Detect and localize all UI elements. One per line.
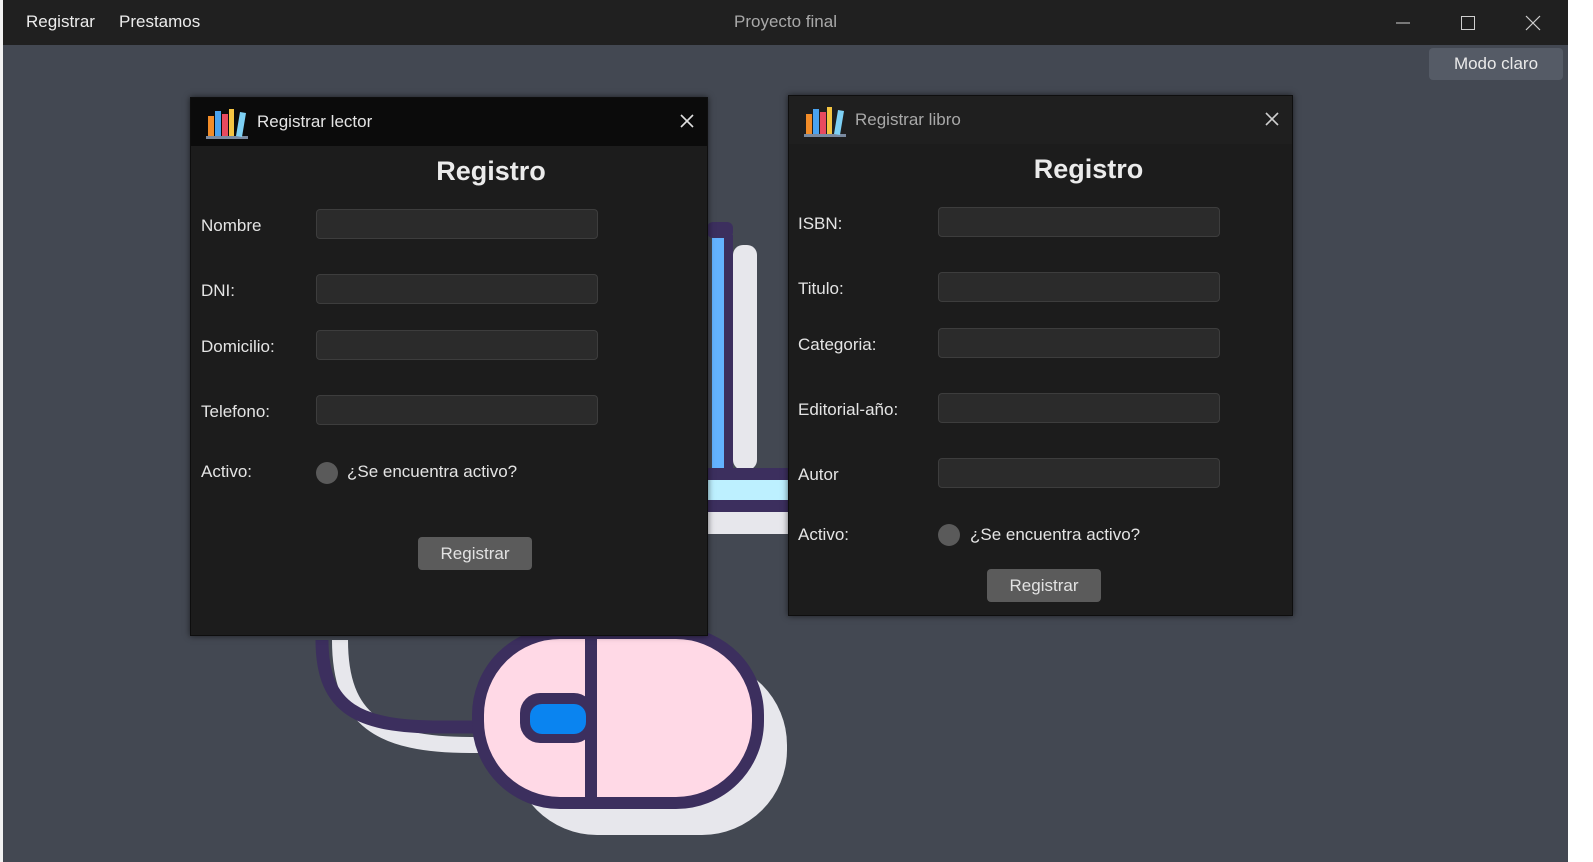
isbn-input[interactable] — [938, 207, 1220, 237]
label-activo: Activo: — [201, 462, 253, 481]
maximize-button[interactable] — [1438, 0, 1498, 45]
label-domicilio: Domicilio: — [201, 337, 275, 356]
mouse-shadow — [512, 660, 787, 835]
mouse-wheel — [530, 704, 586, 734]
editorial-input[interactable] — [938, 393, 1220, 423]
activo-radio[interactable] — [938, 524, 960, 546]
close-icon — [1525, 15, 1541, 31]
registrar-libro-button[interactable]: Registrar — [987, 569, 1101, 602]
form-heading: Registro — [1033, 154, 1144, 184]
mouse-body — [472, 627, 764, 809]
mouse-cable-shadow — [332, 639, 510, 753]
dialog-title: Registrar lector — [257, 112, 373, 131]
categoria-input[interactable] — [938, 328, 1220, 358]
dialog-title-bar: Registrar lector — [191, 98, 707, 146]
activo-radio-label[interactable]: ¿Se encuentra activo? — [970, 525, 1140, 545]
close-icon[interactable] — [679, 113, 695, 134]
close-icon[interactable] — [1264, 111, 1280, 132]
telefono-input[interactable] — [316, 395, 598, 425]
monitor-frame-side — [724, 235, 733, 475]
form-heading: Registro — [436, 156, 546, 186]
dialog-title-bar: Registrar libro — [789, 96, 1292, 144]
dialog-registrar-lector: Registrar lector Registro Nombre DNI: Do… — [190, 97, 708, 636]
theme-toggle-button[interactable]: Modo claro — [1429, 48, 1563, 80]
monitor-base-light — [707, 480, 789, 500]
maximize-icon — [1460, 15, 1476, 31]
monitor-base-bottom — [707, 500, 789, 512]
books-icon — [205, 106, 249, 145]
right-edge — [1568, 0, 1593, 862]
domicilio-input[interactable] — [316, 330, 598, 360]
mouse-wheel-frame — [520, 693, 594, 743]
mouse-cable — [315, 639, 530, 734]
activo-radio[interactable] — [316, 462, 338, 484]
close-button[interactable] — [1503, 0, 1563, 45]
label-telefono: Telefono: — [201, 402, 270, 421]
titulo-input[interactable] — [938, 272, 1220, 302]
dialog-title: Registrar libro — [855, 110, 961, 129]
label-dni: DNI: — [201, 281, 235, 300]
label-autor: Autor — [798, 465, 839, 484]
minimize-icon — [1395, 15, 1411, 31]
label-titulo: Titulo: — [798, 279, 844, 298]
dialog-registrar-libro: Registrar libro Registro ISBN: Titulo: C… — [788, 95, 1293, 616]
monitor-base-shadow — [707, 512, 789, 534]
books-icon — [803, 104, 847, 143]
monitor-frame-top — [707, 222, 733, 238]
monitor-base-top — [707, 468, 789, 480]
monitor-shadow — [733, 245, 757, 470]
nombre-input[interactable] — [316, 209, 598, 239]
dni-input[interactable] — [316, 274, 598, 304]
window-title: Proyecto final — [734, 12, 837, 31]
registrar-lector-button[interactable]: Registrar — [418, 537, 532, 570]
title-bar: Registrar Prestamos Proyecto final — [3, 0, 1568, 45]
label-isbn: ISBN: — [798, 214, 843, 233]
label-nombre: Nombre — [201, 216, 262, 235]
minimize-button[interactable] — [1373, 0, 1433, 45]
label-editorial: Editorial-año: — [798, 400, 899, 419]
activo-radio-label[interactable]: ¿Se encuentra activo? — [347, 462, 517, 482]
monitor-screen-edge — [712, 235, 724, 470]
label-categoria: Categoria: — [798, 335, 877, 354]
label-activo: Activo: — [798, 525, 850, 544]
left-edge — [0, 0, 3, 862]
autor-input[interactable] — [938, 458, 1220, 488]
